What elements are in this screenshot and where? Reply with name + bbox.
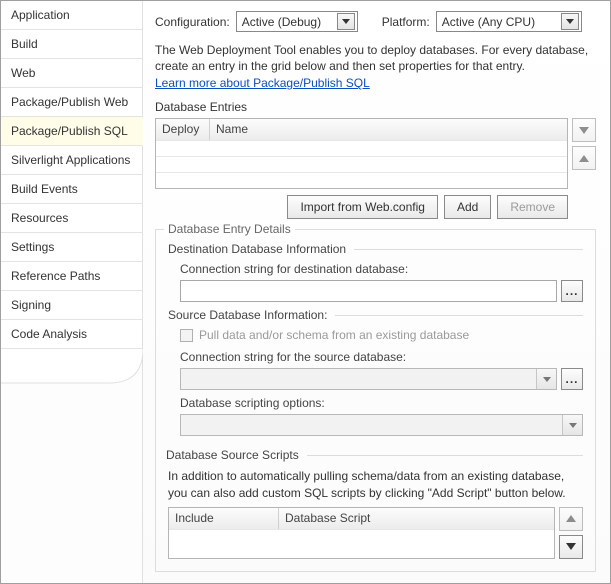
scripts-intro-text: In addition to automatically pulling sch… (168, 468, 583, 500)
intro-text: The Web Deployment Tool enables you to d… (155, 42, 596, 74)
database-entries-grid[interactable]: Deploy Name (155, 118, 568, 189)
group-title: Database Entry Details (164, 222, 295, 236)
import-from-webconfig-button[interactable]: Import from Web.config (287, 195, 438, 219)
divider (335, 315, 583, 316)
pull-data-checkbox-label: Pull data and/or schema from an existing… (199, 328, 469, 342)
arrow-down-icon (566, 543, 576, 550)
source-conn-label: Connection string for the source databas… (180, 350, 583, 364)
sidebar: Application Build Web Package/Publish We… (1, 1, 143, 583)
dest-conn-input[interactable] (180, 280, 557, 302)
arrow-up-icon (579, 155, 589, 162)
move-down-button[interactable] (572, 118, 596, 142)
sidebar-spacer (1, 349, 143, 583)
learn-more-link[interactable]: Learn more about Package/Publish SQL (155, 76, 370, 90)
scripting-options-combo[interactable] (180, 414, 583, 436)
entries-grid-header: Deploy Name (156, 119, 567, 140)
sidebar-item-resources[interactable]: Resources (1, 204, 143, 233)
table-row[interactable] (156, 140, 567, 156)
move-up-button[interactable] (559, 507, 583, 531)
source-info-title: Source Database Information: (168, 308, 583, 322)
col-deploy[interactable]: Deploy (156, 119, 210, 140)
sidebar-curve-decoration (1, 349, 143, 385)
project-properties-window: Application Build Web Package/Publish We… (0, 0, 611, 584)
entries-reorder-buttons (572, 118, 596, 189)
move-down-button[interactable] (559, 535, 583, 559)
divider (354, 249, 583, 250)
scripts-title: Database Source Scripts (166, 448, 583, 462)
source-info-label: Source Database Information: (168, 308, 327, 322)
scripting-options-row (180, 414, 583, 436)
col-include[interactable]: Include (169, 508, 279, 529)
dest-conn-row: ... (180, 280, 583, 302)
platform-label: Platform: (382, 15, 430, 29)
arrow-up-icon (566, 515, 576, 522)
database-source-scripts-section: Database Source Scripts In addition to a… (168, 448, 583, 558)
col-name[interactable]: Name (210, 119, 567, 140)
platform-value: Active (Any CPU) (442, 15, 557, 29)
arrow-down-icon (579, 127, 589, 134)
move-up-button[interactable] (572, 146, 596, 170)
table-row[interactable] (169, 529, 554, 545)
sidebar-item-settings[interactable]: Settings (1, 233, 143, 262)
source-conn-combo[interactable] (180, 368, 557, 390)
chevron-down-icon (561, 13, 579, 30)
dest-conn-label: Connection string for destination databa… (180, 262, 583, 276)
scripts-grid-area: Include Database Script (168, 507, 583, 559)
configuration-row: Configuration: Active (Debug) Platform: … (155, 11, 596, 32)
chevron-down-icon (536, 369, 556, 389)
sidebar-item-web[interactable]: Web (1, 59, 143, 88)
add-button[interactable]: Add (444, 195, 491, 219)
source-conn-row: ... (180, 368, 583, 390)
sidebar-item-package-publish-web[interactable]: Package/Publish Web (1, 88, 143, 117)
platform-select[interactable]: Active (Any CPU) (436, 11, 582, 32)
scripting-options-label: Database scripting options: (180, 396, 583, 410)
configuration-value: Active (Debug) (242, 15, 333, 29)
sidebar-item-code-analysis[interactable]: Code Analysis (1, 320, 143, 349)
entries-grid-body (156, 140, 567, 188)
scripts-grid-header: Include Database Script (169, 508, 554, 529)
table-row[interactable] (156, 156, 567, 172)
sidebar-item-application[interactable]: Application (1, 1, 143, 30)
chevron-down-icon (562, 415, 582, 435)
sidebar-item-signing[interactable]: Signing (1, 291, 143, 320)
scripts-reorder-buttons (559, 507, 583, 559)
database-entry-details-group: Database Entry Details Destination Datab… (155, 229, 596, 571)
sidebar-item-build-events[interactable]: Build Events (1, 175, 143, 204)
configuration-label: Configuration: (155, 15, 230, 29)
dest-conn-browse-button[interactable]: ... (561, 280, 583, 302)
entries-button-row: Import from Web.config Add Remove (155, 195, 596, 219)
source-conn-browse-button[interactable]: ... (561, 368, 583, 390)
sidebar-item-build[interactable]: Build (1, 30, 143, 59)
pull-data-checkbox[interactable] (180, 329, 193, 342)
main-panel: Configuration: Active (Debug) Platform: … (143, 1, 610, 583)
remove-button[interactable]: Remove (497, 195, 568, 219)
sidebar-item-silverlight-applications[interactable]: Silverlight Applications (1, 146, 143, 175)
scripts-grid[interactable]: Include Database Script (168, 507, 555, 559)
scripts-title-label: Database Source Scripts (166, 448, 299, 462)
divider (307, 455, 583, 456)
database-entries-area: Deploy Name (155, 118, 596, 189)
table-row[interactable] (156, 172, 567, 188)
col-script[interactable]: Database Script (279, 508, 554, 529)
chevron-down-icon (337, 13, 355, 30)
destination-info-label: Destination Database Information (168, 242, 346, 256)
sidebar-item-reference-paths[interactable]: Reference Paths (1, 262, 143, 291)
pull-data-checkbox-row: Pull data and/or schema from an existing… (180, 328, 583, 342)
sidebar-item-package-publish-sql[interactable]: Package/Publish SQL (1, 117, 143, 146)
configuration-select[interactable]: Active (Debug) (236, 11, 358, 32)
database-entries-label: Database Entries (155, 100, 596, 114)
scripts-grid-body (169, 529, 554, 545)
destination-info-title: Destination Database Information (168, 242, 583, 256)
